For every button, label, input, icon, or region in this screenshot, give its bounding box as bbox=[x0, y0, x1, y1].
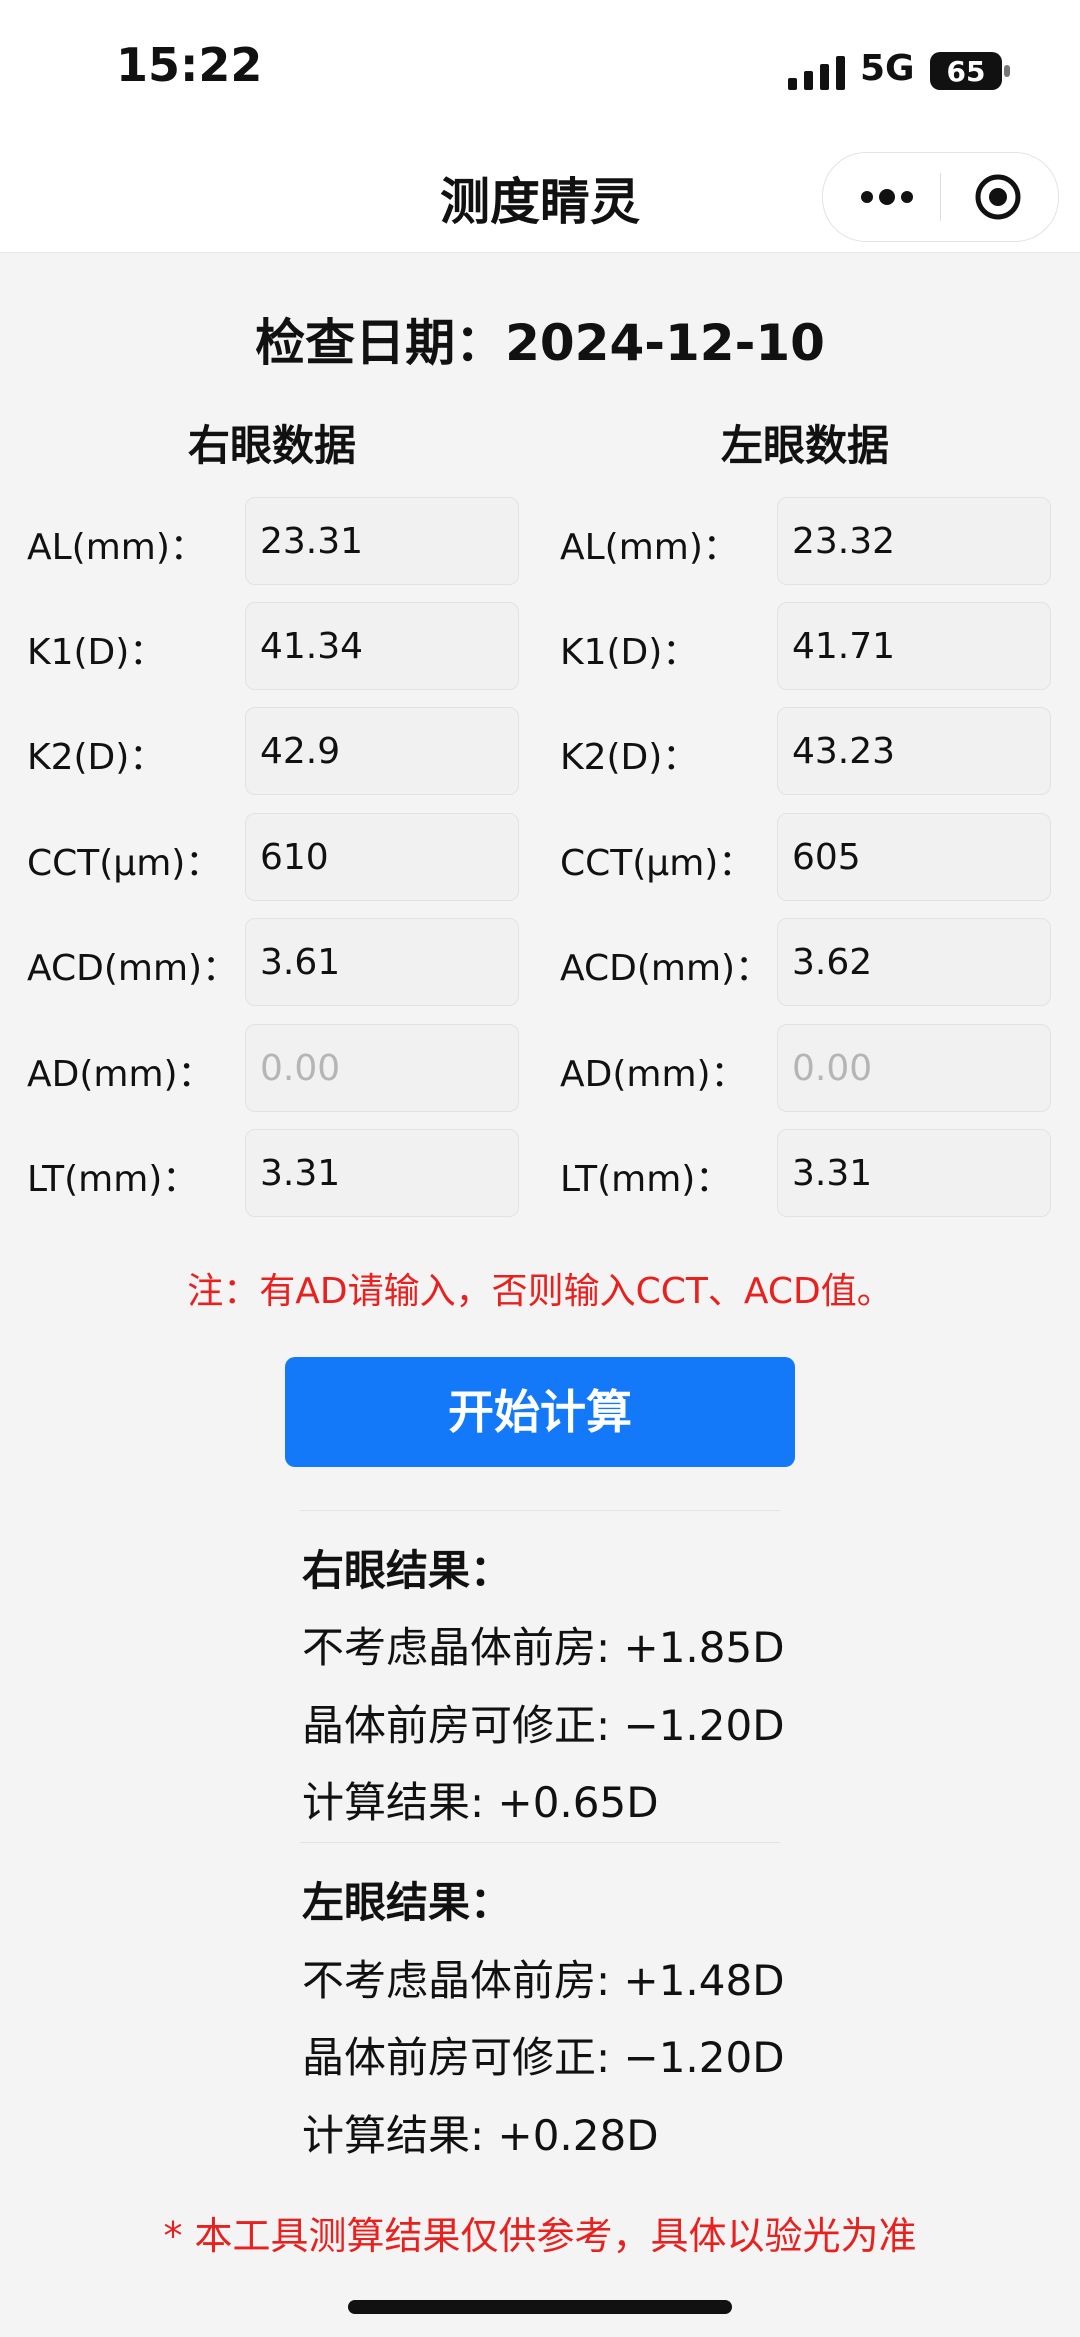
right-ad-input[interactable]: 0.00 bbox=[245, 1024, 519, 1112]
left-cct-input[interactable]: 605 bbox=[777, 813, 1051, 901]
right-k1-input[interactable]: 41.34 bbox=[245, 602, 519, 690]
left-k1-input[interactable]: 41.71 bbox=[777, 602, 1051, 690]
left-eye-heading: 左眼数据 bbox=[720, 421, 889, 470]
left-ad-input[interactable]: 0.00 bbox=[777, 1024, 1051, 1112]
right-cct-input[interactable]: 610 bbox=[245, 813, 519, 901]
right-al-label: AL(mm)： bbox=[27, 527, 206, 568]
right-k1-label: K1(D)： bbox=[27, 632, 166, 673]
right-result-title: 右眼结果： bbox=[302, 1546, 513, 1595]
left-al-label: AL(mm)： bbox=[560, 527, 739, 568]
input-note: 注：有AD请输入，否则输入CCT、ACD值。 bbox=[187, 1271, 893, 1312]
battery-icon: 65 bbox=[930, 52, 1010, 90]
right-acd-input[interactable]: 3.61 bbox=[245, 918, 519, 1006]
left-result-line: 不考虑晶体前房: +1.48D bbox=[302, 1956, 785, 2005]
right-result-line: 晶体前房可修正: −1.20D bbox=[302, 1701, 785, 1750]
left-cct-label: CCT(μm)： bbox=[560, 843, 755, 884]
right-ad-label: AD(mm)： bbox=[27, 1054, 214, 1095]
right-k2-label: K2(D)： bbox=[27, 737, 166, 778]
left-k1-label: K1(D)： bbox=[560, 632, 699, 673]
start-calculation-button[interactable]: 开始计算 bbox=[285, 1357, 795, 1467]
network-type: 5G bbox=[860, 48, 915, 89]
right-eye-heading: 右眼数据 bbox=[187, 421, 356, 470]
right-al-input[interactable]: 23.31 bbox=[245, 497, 519, 585]
status-bar: 15:22 5G 65 bbox=[0, 0, 1080, 140]
target-icon[interactable] bbox=[974, 173, 1022, 221]
exam-date: 检查日期：2024-12-10 bbox=[255, 314, 825, 372]
mini-program-capsule bbox=[822, 152, 1059, 242]
right-lt-label: LT(mm)： bbox=[27, 1159, 199, 1200]
home-indicator bbox=[348, 2300, 732, 2314]
right-acd-label: ACD(mm)： bbox=[27, 948, 239, 989]
left-result-title: 左眼结果： bbox=[302, 1878, 513, 1927]
right-cct-label: CCT(μm)： bbox=[27, 843, 222, 884]
left-result-line: 晶体前房可修正: −1.20D bbox=[302, 2033, 785, 2082]
right-lt-input[interactable]: 3.31 bbox=[245, 1129, 519, 1217]
left-ad-label: AD(mm)： bbox=[560, 1054, 747, 1095]
right-k2-input[interactable]: 42.9 bbox=[245, 707, 519, 795]
signal-icon bbox=[788, 56, 845, 90]
left-k2-input[interactable]: 43.23 bbox=[777, 707, 1051, 795]
disclaimer: * 本工具测算结果仅供参考，具体以验光为准 bbox=[163, 2214, 917, 2258]
left-k2-label: K2(D)： bbox=[560, 737, 699, 778]
right-result-line: 不考虑晶体前房: +1.85D bbox=[302, 1623, 785, 1672]
left-lt-label: LT(mm)： bbox=[560, 1159, 732, 1200]
right-result-line: 计算结果: +0.65D bbox=[302, 1778, 659, 1827]
nav-bar: 测度睛灵 bbox=[0, 140, 1080, 253]
battery-level: 65 bbox=[946, 54, 986, 88]
divider bbox=[300, 1510, 780, 1511]
status-time: 15:22 bbox=[116, 38, 263, 92]
more-icon[interactable] bbox=[859, 189, 915, 205]
left-lt-input[interactable]: 3.31 bbox=[777, 1129, 1051, 1217]
left-al-input[interactable]: 23.32 bbox=[777, 497, 1051, 585]
left-acd-input[interactable]: 3.62 bbox=[777, 918, 1051, 1006]
left-acd-label: ACD(mm)： bbox=[560, 948, 772, 989]
left-result-line: 计算结果: +0.28D bbox=[302, 2111, 659, 2160]
divider bbox=[300, 1842, 780, 1843]
